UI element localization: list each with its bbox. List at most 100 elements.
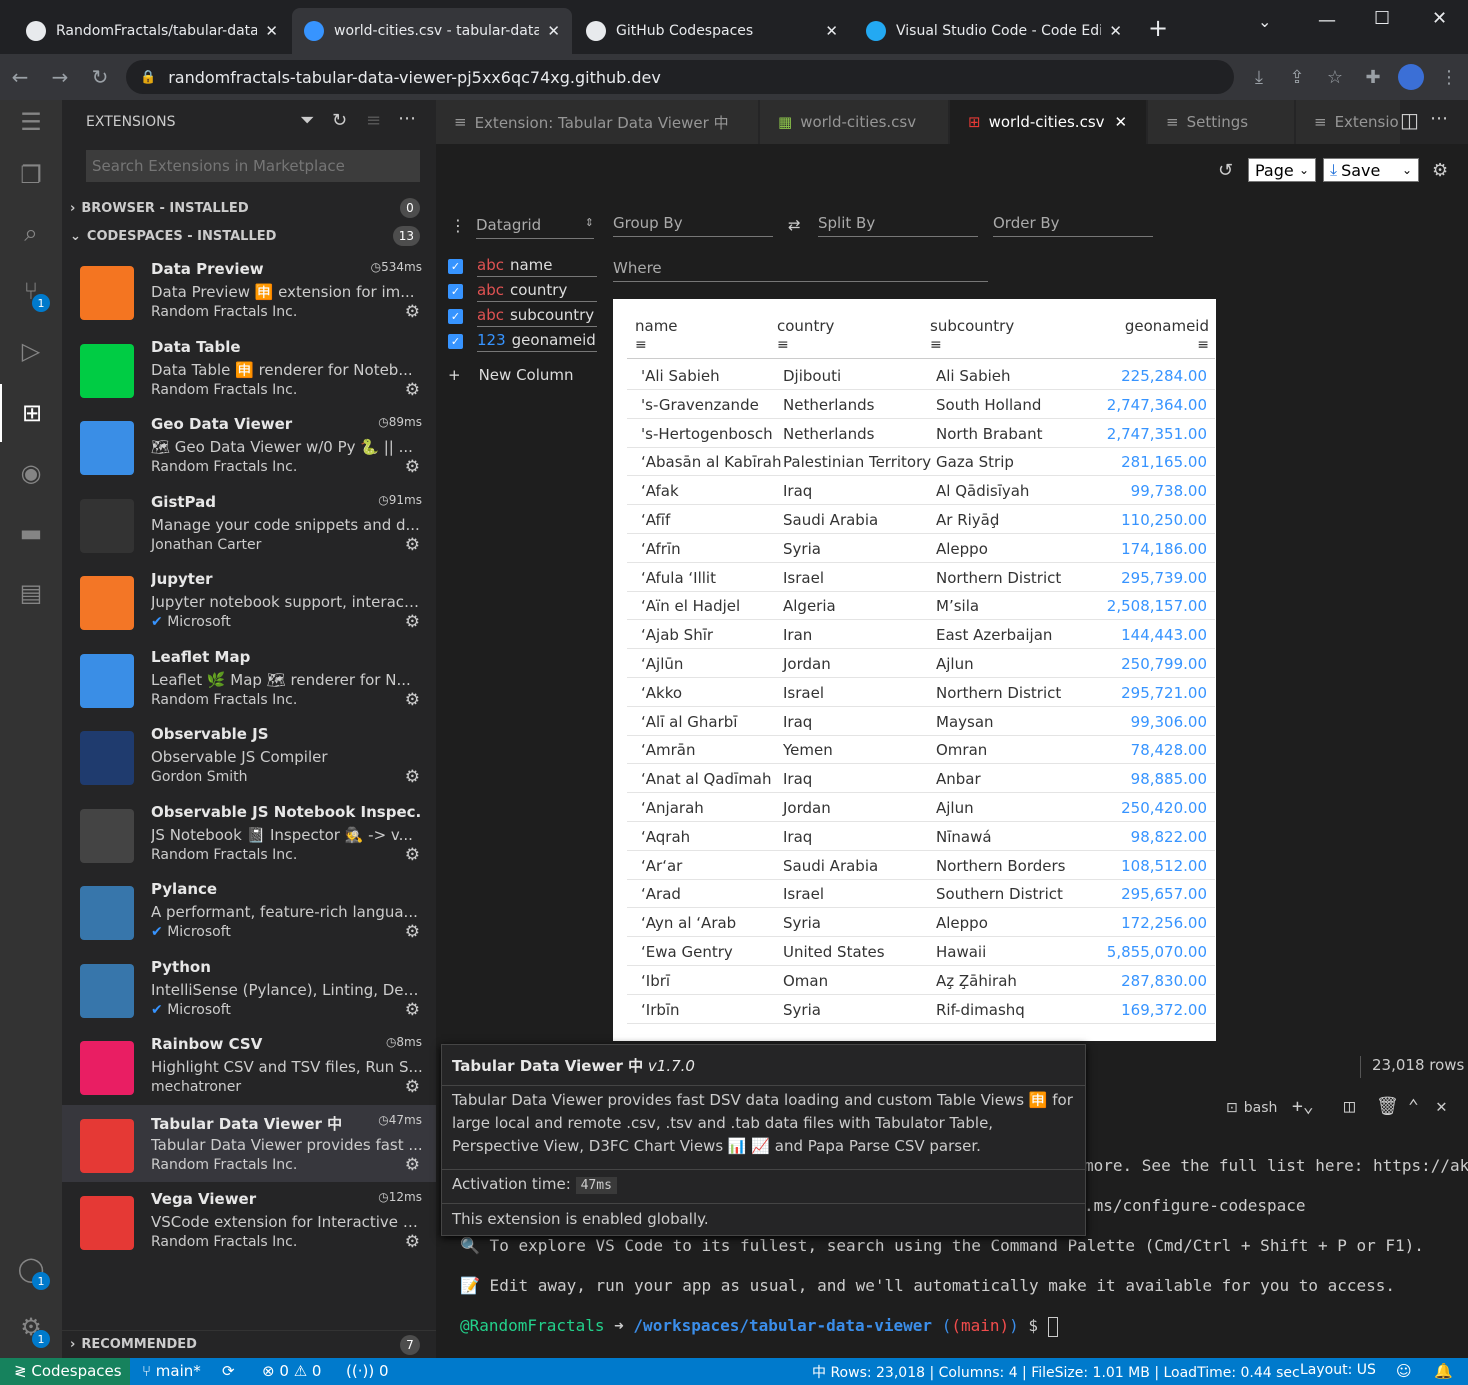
- extensions-puzzle-icon[interactable]: ✚: [1354, 67, 1392, 88]
- gear-icon[interactable]: ⚙: [405, 922, 420, 942]
- table-row[interactable]: ‘Akko Israel Northern District 295,721.00: [627, 678, 1215, 707]
- save-select[interactable]: ⤓ Save ⌄: [1323, 158, 1419, 182]
- menu-icon[interactable]: ⋮: [1430, 67, 1468, 88]
- split-editor-icon[interactable]: ◫: [1400, 108, 1419, 132]
- gear-icon[interactable]: ⚙: [405, 380, 420, 400]
- tab-extension-details[interactable]: ≡ Extension: Tabular Data Viewer 中: [436, 100, 758, 144]
- new-column-button[interactable]: + New Column: [448, 366, 574, 384]
- branch-indicator[interactable]: ⑂ main*: [142, 1362, 201, 1380]
- page-select[interactable]: Page ⌄: [1248, 158, 1316, 182]
- extension-item[interactable]: Leaflet Map Leaflet 🌿 Map 🗺 renderer for …: [62, 640, 436, 717]
- column-menu-icon[interactable]: ≡: [1113, 337, 1209, 353]
- trash-icon[interactable]: 🗑: [1376, 1096, 1399, 1117]
- table-row[interactable]: ‘Afak Iraq Al Qādisīyah 99,738.00: [627, 476, 1215, 506]
- close-icon[interactable]: ✕: [1115, 113, 1128, 131]
- reload-icon[interactable]: ↻: [80, 65, 120, 89]
- column-toggle[interactable]: ✓ abc name: [448, 256, 597, 277]
- column-toggle[interactable]: ✓ 123 geonameid: [448, 331, 597, 352]
- star-icon[interactable]: ☆: [1316, 67, 1354, 88]
- extension-item[interactable]: Rainbow CSV ◷8ms Highlight CSV and TSV fil…: [62, 1027, 436, 1104]
- table-row[interactable]: ‘Abasān al Kabīrah Palestinian Territory G…: [627, 447, 1215, 477]
- browser-tab[interactable]: GitHub Codespaces ✕: [574, 8, 850, 54]
- bell-icon[interactable]: 🔔: [1434, 1362, 1453, 1380]
- table-row[interactable]: ‘Alī al Gharbī Iraq Maysan 99,306.00: [627, 707, 1215, 736]
- minimize-button[interactable]: —: [1318, 10, 1336, 31]
- github-icon[interactable]: ◉: [0, 444, 62, 502]
- where-field[interactable]: Where: [613, 259, 988, 282]
- column-header[interactable]: subcountry ≡: [930, 317, 1014, 353]
- gear-icon[interactable]: ⚙: [405, 535, 420, 555]
- maximize-panel-icon[interactable]: ⌃: [1408, 1096, 1419, 1117]
- table-row[interactable]: ‘Ajlūn Jordan Ajlun 250,799.00: [627, 649, 1215, 678]
- table-row[interactable]: 's-Hertogenbosch Netherlands North Brabant…: [627, 419, 1215, 448]
- gear-icon[interactable]: ⚙: [405, 1155, 420, 1175]
- extension-item[interactable]: Data Table Data Table 🈸 renderer for Note…: [62, 330, 436, 407]
- order-by-field[interactable]: Order By: [993, 214, 1153, 237]
- column-toggle[interactable]: ✓ abc country: [448, 281, 597, 302]
- close-icon[interactable]: ✕: [825, 22, 838, 40]
- extension-item[interactable]: Vega Viewer ◷12ms VSCode extension for Int…: [62, 1182, 436, 1259]
- extension-item[interactable]: Python IntelliSense (Pylance), Linting, D…: [62, 950, 436, 1027]
- gear-icon[interactable]: ⚙: [405, 1232, 420, 1252]
- swap-icon[interactable]: ⇄: [788, 216, 801, 234]
- profile-avatar[interactable]: [1392, 64, 1430, 90]
- table-row[interactable]: ‘Ewa Gentry United States Hawaii 5,855,070.…: [627, 937, 1215, 966]
- split-by-field[interactable]: Split By: [818, 214, 978, 237]
- table-row[interactable]: ‘Ibrī Oman Az̧ Z̧āhirah 287,830.00: [627, 966, 1215, 995]
- extension-item[interactable]: Observable JS Notebook Inspec... JS Noteb…: [62, 795, 436, 872]
- feedback-icon[interactable]: ☺: [1396, 1362, 1412, 1380]
- codespaces-installed-section[interactable]: ⌄ CODESPACES - INSTALLED 13: [62, 222, 436, 250]
- more-actions-icon[interactable]: ⋯: [398, 108, 416, 129]
- terminal-prompt[interactable]: @RandomFractals ➜ /workspaces/tabular-da…: [460, 1316, 1058, 1337]
- gear-icon[interactable]: ⚙: [405, 1077, 420, 1097]
- checkbox-checked-icon[interactable]: ✓: [448, 284, 463, 299]
- more-actions-icon[interactable]: ⋯: [1430, 108, 1448, 129]
- column-header[interactable]: country ≡: [777, 317, 834, 353]
- maximize-button[interactable]: ☐: [1374, 8, 1390, 29]
- table-row[interactable]: 'Ali Sabieh Djibouti Ali Sabieh 225,284.00: [627, 361, 1215, 390]
- install-icon[interactable]: ⤓: [1240, 67, 1278, 88]
- tab-settings[interactable]: ≡ Settings: [1148, 100, 1294, 144]
- gear-icon[interactable]: ⚙ 1: [0, 1298, 62, 1356]
- close-panel-icon[interactable]: ✕: [1436, 1096, 1447, 1117]
- view-select[interactable]: Datagrid ⇕: [476, 216, 594, 239]
- search-icon[interactable]: ⌕: [0, 204, 62, 262]
- table-row[interactable]: ‘Anat al Qadīmah Iraq Anbar 98,885.00: [627, 764, 1215, 794]
- close-icon[interactable]: ✕: [265, 22, 278, 40]
- gear-icon[interactable]: ⚙: [405, 457, 420, 477]
- gear-icon[interactable]: ⚙: [405, 612, 420, 632]
- explorer-icon[interactable]: ❐: [0, 146, 62, 204]
- reload-icon[interactable]: ↺: [1218, 160, 1233, 181]
- table-info[interactable]: 中 Rows: 23,018 | Columns: 4 | FileSize: …: [812, 1362, 1300, 1382]
- gear-icon[interactable]: ⚙: [405, 690, 420, 710]
- new-tab-button[interactable]: +: [1148, 14, 1168, 42]
- extension-item[interactable]: Jupyter Jupyter notebook support, interac…: [62, 562, 436, 639]
- table-row[interactable]: ‘Ar‘ar Saudi Arabia Northern Borders 108,51…: [627, 851, 1215, 880]
- column-menu-icon[interactable]: ≡: [635, 337, 678, 353]
- clear-icon[interactable]: ≡: [366, 110, 381, 131]
- browser-installed-section[interactable]: › BROWSER - INSTALLED 0: [62, 194, 436, 222]
- tab-world-cities-table[interactable]: ⊞ world-cities.csv ✕: [950, 100, 1146, 144]
- close-window-button[interactable]: ✕: [1432, 8, 1447, 29]
- split-terminal-icon[interactable]: ◫: [1344, 1096, 1355, 1117]
- extension-item[interactable]: Pylance A performant, feature-rich langua…: [62, 872, 436, 949]
- checkbox-checked-icon[interactable]: ✓: [448, 334, 463, 349]
- group-by-field[interactable]: Group By: [613, 214, 773, 237]
- tab-extension[interactable]: ≡ Extensio: [1296, 100, 1400, 144]
- table-row[interactable]: ‘Ajab Shīr Iran East Azerbaijan 144,443.00: [627, 620, 1215, 650]
- source-control-icon[interactable]: ⑂ 1: [0, 262, 62, 320]
- checkbox-checked-icon[interactable]: ✓: [448, 259, 463, 274]
- table-row[interactable]: ‘Afula ‘Illit Israel Northern District 295,…: [627, 563, 1215, 592]
- filter-icon[interactable]: ⏷: [300, 110, 314, 131]
- column-menu-icon[interactable]: ≡: [930, 337, 1014, 353]
- checkbox-checked-icon[interactable]: ✓: [448, 309, 463, 324]
- close-icon[interactable]: ✕: [547, 22, 560, 40]
- gear-icon[interactable]: ⚙: [1432, 160, 1448, 181]
- table-row[interactable]: ‘Irbīn Syria Rif-dimashq 169,372.00: [627, 995, 1215, 1024]
- column-menu-icon[interactable]: ≡: [777, 337, 834, 353]
- new-terminal-button[interactable]: +⌄: [1292, 1096, 1314, 1117]
- gear-icon[interactable]: ⚙: [405, 1000, 420, 1020]
- gear-icon[interactable]: ⚙: [405, 767, 420, 787]
- close-icon[interactable]: ✕: [1109, 22, 1122, 40]
- extension-item[interactable]: Tabular Data Viewer 中 ◷47ms Tabular Data V…: [62, 1104, 436, 1182]
